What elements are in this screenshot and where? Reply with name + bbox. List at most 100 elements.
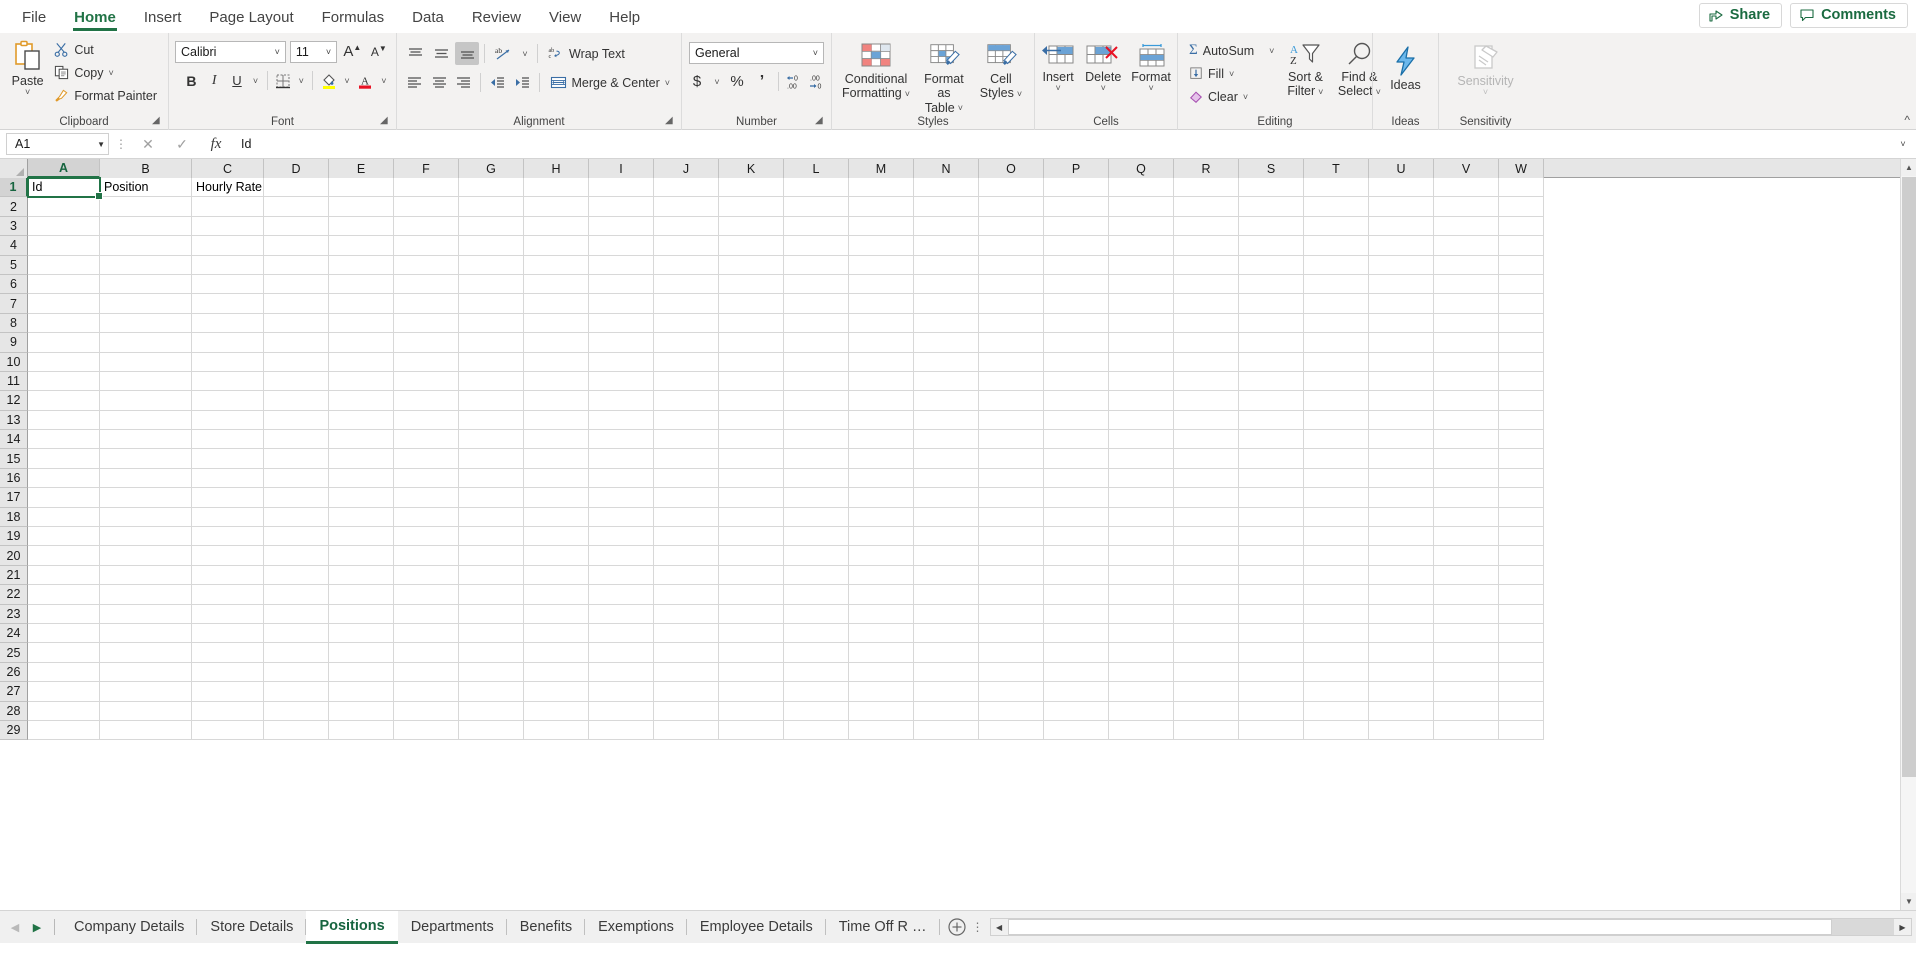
underline-button[interactable]: U: [227, 69, 248, 92]
cell-E27[interactable]: [329, 682, 394, 701]
cell-L1[interactable]: [784, 178, 849, 197]
cell-U12[interactable]: [1369, 391, 1434, 410]
cell-N8[interactable]: [914, 314, 979, 333]
cell-F17[interactable]: [394, 488, 459, 507]
cell-J12[interactable]: [654, 391, 719, 410]
cut-button[interactable]: Cut: [49, 38, 162, 61]
cell-N13[interactable]: [914, 411, 979, 430]
cell-Q5[interactable]: [1109, 256, 1174, 275]
cell-S23[interactable]: [1239, 605, 1304, 624]
cell-R22[interactable]: [1174, 585, 1239, 604]
cell-C3[interactable]: [192, 217, 264, 236]
cell-H8[interactable]: [524, 314, 589, 333]
row-header-2[interactable]: 2: [0, 197, 28, 216]
cell-T19[interactable]: [1304, 527, 1369, 546]
cell-P14[interactable]: [1044, 430, 1109, 449]
cell-W10[interactable]: [1499, 353, 1544, 372]
cell-G2[interactable]: [459, 197, 524, 216]
cell-K18[interactable]: [719, 508, 784, 527]
cell-V5[interactable]: [1434, 256, 1499, 275]
cell-T20[interactable]: [1304, 546, 1369, 565]
column-header-Q[interactable]: Q: [1109, 159, 1174, 178]
cell-D28[interactable]: [264, 702, 329, 721]
increase-font-size-button[interactable]: A▲: [341, 40, 363, 63]
cell-Q17[interactable]: [1109, 488, 1174, 507]
row-header-28[interactable]: 28: [0, 702, 28, 721]
cell-T1[interactable]: [1304, 178, 1369, 197]
cell-O23[interactable]: [979, 605, 1044, 624]
cell-P15[interactable]: [1044, 449, 1109, 468]
column-header-J[interactable]: J: [654, 159, 719, 178]
cell-V14[interactable]: [1434, 430, 1499, 449]
cell-A14[interactable]: [28, 430, 100, 449]
cell-R12[interactable]: [1174, 391, 1239, 410]
cell-E22[interactable]: [329, 585, 394, 604]
comments-button[interactable]: Comments: [1790, 3, 1908, 28]
cell-L13[interactable]: [784, 411, 849, 430]
cell-P12[interactable]: [1044, 391, 1109, 410]
cell-P28[interactable]: [1044, 702, 1109, 721]
cell-R28[interactable]: [1174, 702, 1239, 721]
cell-O13[interactable]: [979, 411, 1044, 430]
cell-T15[interactable]: [1304, 449, 1369, 468]
cell-I4[interactable]: [589, 236, 654, 255]
cell-S29[interactable]: [1239, 721, 1304, 740]
cell-B8[interactable]: [100, 314, 192, 333]
cell-I21[interactable]: [589, 566, 654, 585]
row-header-17[interactable]: 17: [0, 488, 28, 507]
cell-A23[interactable]: [28, 605, 100, 624]
cell-H3[interactable]: [524, 217, 589, 236]
cell-K25[interactable]: [719, 643, 784, 662]
italic-button[interactable]: I: [204, 69, 225, 92]
cell-D6[interactable]: [264, 275, 329, 294]
cell-Q25[interactable]: [1109, 643, 1174, 662]
cell-L23[interactable]: [784, 605, 849, 624]
cell-A18[interactable]: [28, 508, 100, 527]
cell-U7[interactable]: [1369, 294, 1434, 313]
cell-J20[interactable]: [654, 546, 719, 565]
percent-style-button[interactable]: %: [725, 70, 749, 93]
cell-O14[interactable]: [979, 430, 1044, 449]
cell-J2[interactable]: [654, 197, 719, 216]
cell-W6[interactable]: [1499, 275, 1544, 294]
cell-C24[interactable]: [192, 624, 264, 643]
cell-J22[interactable]: [654, 585, 719, 604]
cell-D12[interactable]: [264, 391, 329, 410]
cell-L28[interactable]: [784, 702, 849, 721]
cell-C26[interactable]: [192, 663, 264, 682]
cell-K16[interactable]: [719, 469, 784, 488]
cell-S15[interactable]: [1239, 449, 1304, 468]
cell-K7[interactable]: [719, 294, 784, 313]
row-header-20[interactable]: 20: [0, 546, 28, 565]
cell-G27[interactable]: [459, 682, 524, 701]
sheet-tab-time-off-r[interactable]: Time Off R …: [826, 911, 940, 943]
cell-Q20[interactable]: [1109, 546, 1174, 565]
cell-J1[interactable]: [654, 178, 719, 197]
cell-E6[interactable]: [329, 275, 394, 294]
cell-M28[interactable]: [849, 702, 914, 721]
cell-E4[interactable]: [329, 236, 394, 255]
cell-M24[interactable]: [849, 624, 914, 643]
cell-D29[interactable]: [264, 721, 329, 740]
cell-I28[interactable]: [589, 702, 654, 721]
cell-B14[interactable]: [100, 430, 192, 449]
cell-K20[interactable]: [719, 546, 784, 565]
cell-W13[interactable]: [1499, 411, 1544, 430]
row-header-5[interactable]: 5: [0, 256, 28, 275]
cell-N9[interactable]: [914, 333, 979, 352]
name-box[interactable]: A1 ▼: [6, 133, 109, 155]
cell-R3[interactable]: [1174, 217, 1239, 236]
align-center-button[interactable]: [428, 71, 451, 94]
cell-F7[interactable]: [394, 294, 459, 313]
cell-D23[interactable]: [264, 605, 329, 624]
cell-J23[interactable]: [654, 605, 719, 624]
cell-N5[interactable]: [914, 256, 979, 275]
cell-A22[interactable]: [28, 585, 100, 604]
cell-W5[interactable]: [1499, 256, 1544, 275]
cell-T23[interactable]: [1304, 605, 1369, 624]
cell-E2[interactable]: [329, 197, 394, 216]
cell-J6[interactable]: [654, 275, 719, 294]
cell-K29[interactable]: [719, 721, 784, 740]
sheet-tab-departments[interactable]: Departments: [398, 911, 507, 943]
cell-C10[interactable]: [192, 353, 264, 372]
